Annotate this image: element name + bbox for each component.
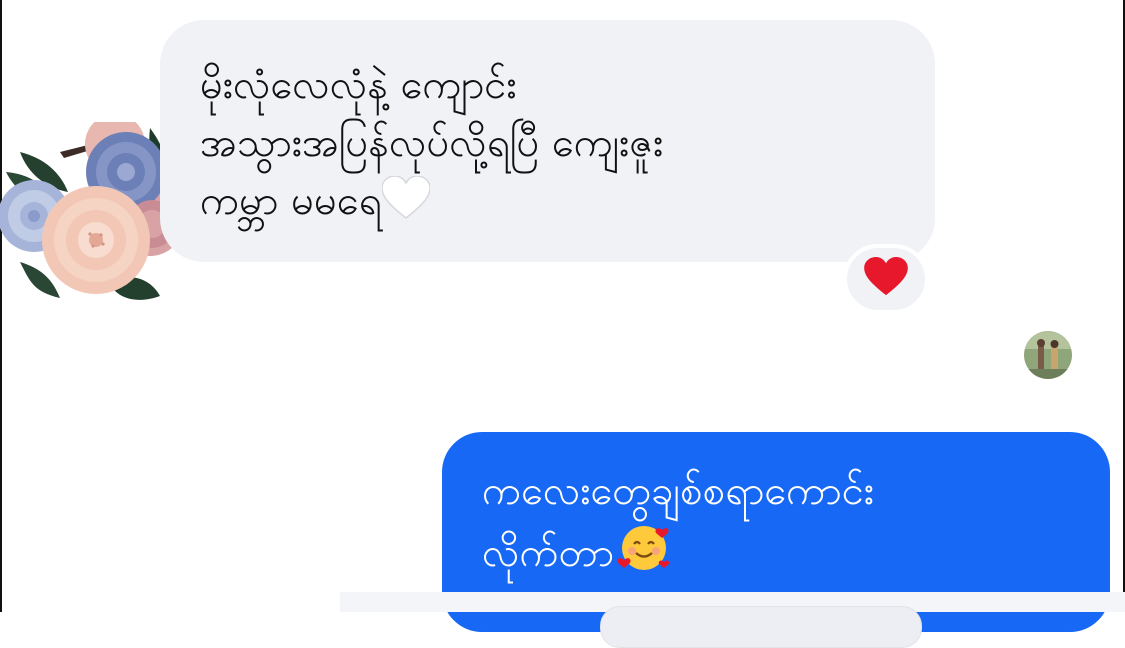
message-text-line: မိုးလုံလေလုံနဲ့ ကျောင်း [200, 62, 517, 108]
smiling-face-with-hearts-icon [614, 520, 672, 588]
message-text-line: အသွားအပြန်လုပ်လို့ရပြီ ကျေးဇူး [200, 120, 664, 166]
message-input[interactable] [600, 606, 922, 648]
message-text-line: ကမ္ဘာ မမရေ [200, 178, 382, 224]
message-text-line: လိုက်တာ [482, 530, 615, 576]
contact-avatar[interactable] [1024, 331, 1072, 379]
message-reaction[interactable] [843, 244, 929, 314]
white-heart-icon [380, 175, 431, 236]
incoming-message-bubble[interactable]: မိုးလုံလေလုံနဲ့ ကျောင်း အသွားအပြန်လုပ်လိ… [160, 20, 935, 262]
composer-bar [340, 592, 1125, 648]
red-heart-icon [864, 257, 908, 301]
message-text-line: ကလေးတွေချစ်စရာကောင်း [482, 468, 875, 514]
